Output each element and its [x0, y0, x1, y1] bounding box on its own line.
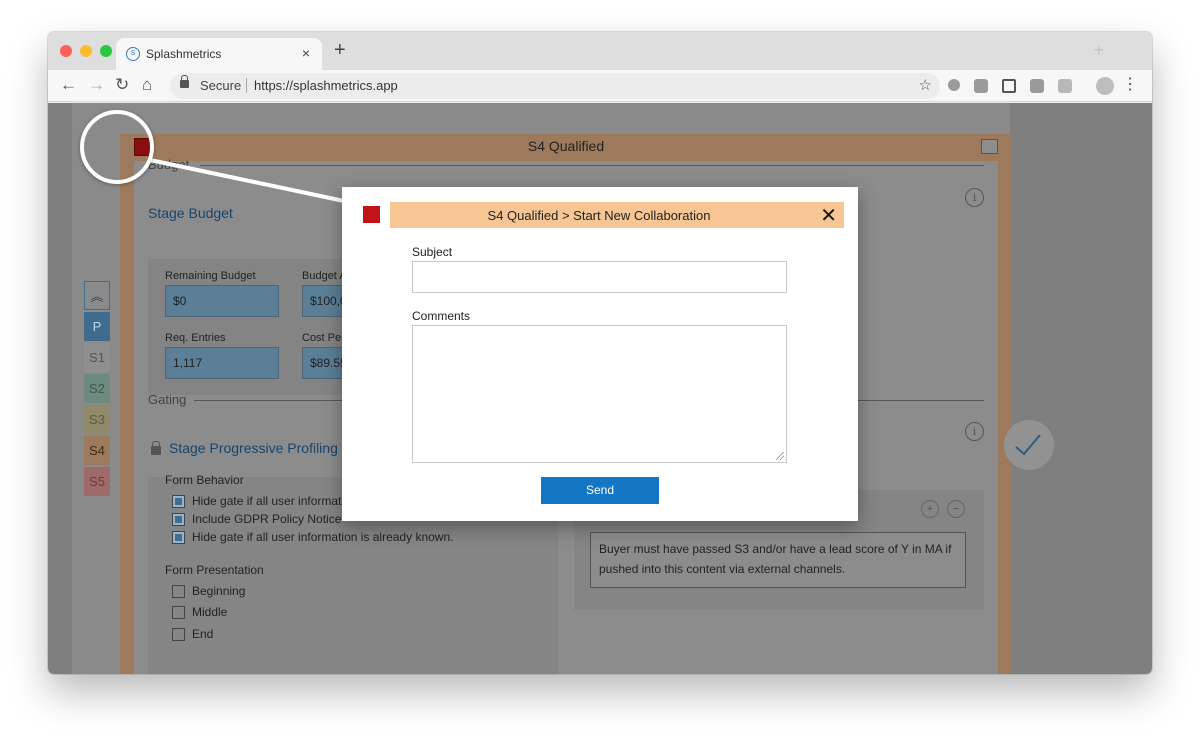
send-button[interactable]: Send: [541, 477, 659, 504]
modal-header: S4 Qualified > Start New Collaboration ✕: [390, 202, 844, 228]
comments-label: Comments: [412, 309, 471, 323]
subject-input[interactable]: [412, 261, 787, 293]
callout-highlight-ring: [80, 110, 154, 184]
collaboration-icon: [363, 206, 380, 223]
resize-grip-icon[interactable]: [776, 452, 784, 460]
close-icon[interactable]: ✕: [820, 204, 837, 226]
comments-textarea[interactable]: [412, 325, 787, 463]
subject-label: Subject: [412, 245, 453, 259]
modal-title: S4 Qualified > Start New Collaboration: [487, 208, 711, 223]
collaboration-modal: S4 Qualified > Start New Collaboration ✕…: [342, 187, 858, 521]
modal-body: S4 Qualified > Start New Collaboration ✕…: [356, 201, 844, 507]
